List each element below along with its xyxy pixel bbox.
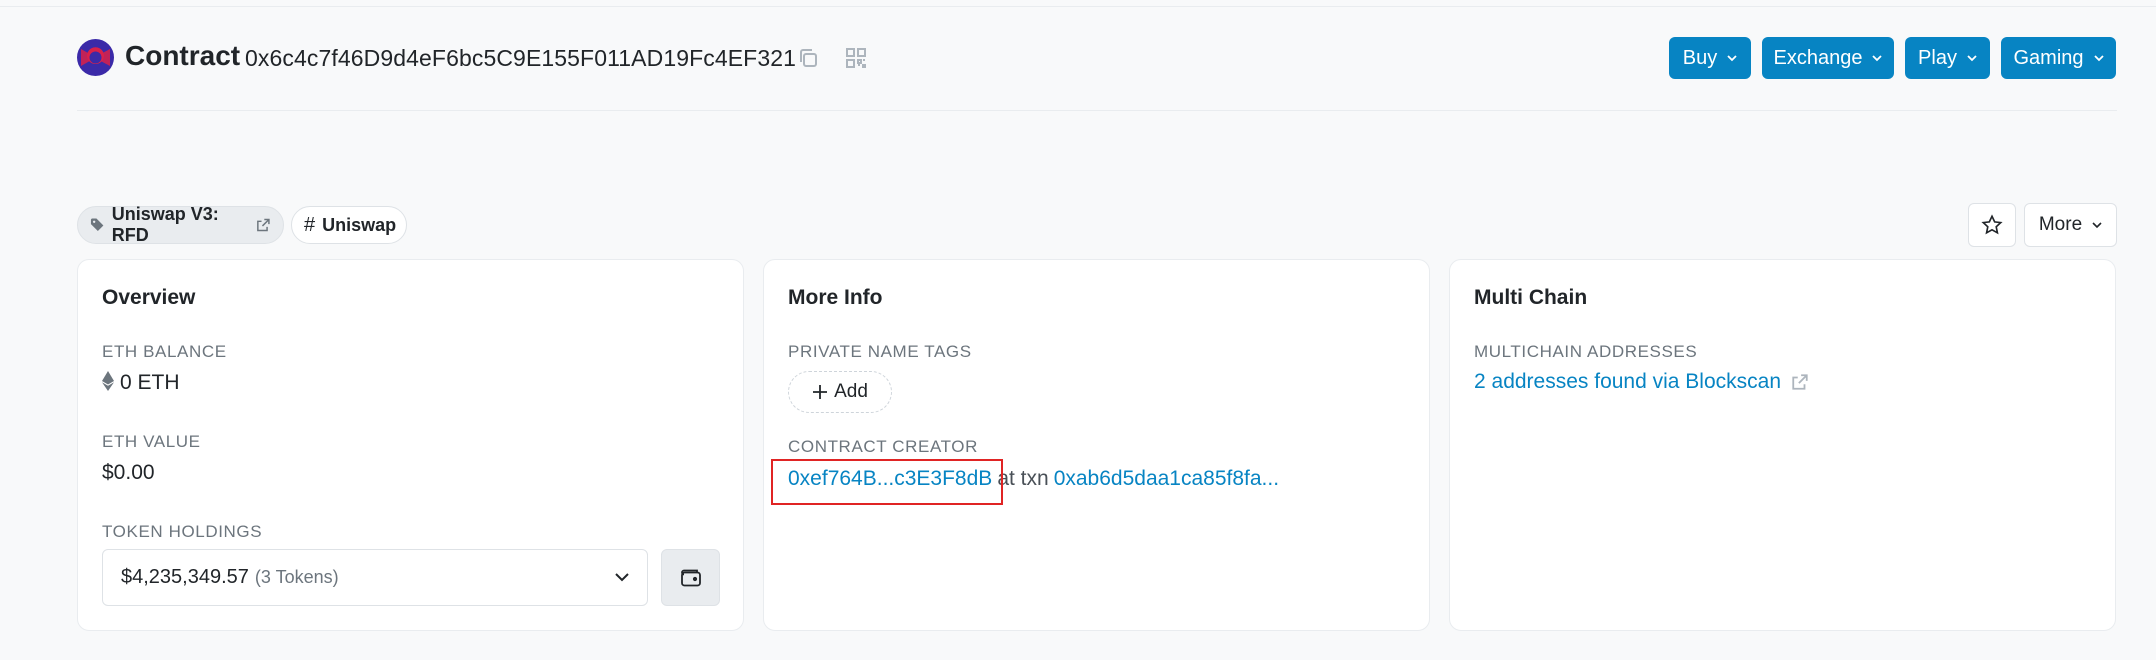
copy-icon[interactable] <box>794 44 822 72</box>
token-count: (3 Tokens) <box>254 567 339 587</box>
multi-chain-title: Multi Chain <box>1474 286 1588 309</box>
hash-icon: # <box>304 213 316 236</box>
multichain-addresses-label: MULTICHAIN ADDRESSES <box>1474 342 1698 361</box>
creation-txn-link[interactable]: 0xab6d5daa1ca85f8fa... <box>1054 467 1279 490</box>
qr-code-icon[interactable] <box>842 44 870 72</box>
gaming-button-label: Gaming <box>2013 46 2084 69</box>
contract-creator-label: CONTRACT CREATOR <box>788 437 979 456</box>
eth-value: $0.00 <box>102 461 155 484</box>
chevron-down-icon <box>2092 222 2102 229</box>
buy-button-label: Buy <box>1682 46 1718 69</box>
more-button-label: More <box>2038 214 2083 235</box>
eth-balance-value: 0 ETH <box>102 371 180 395</box>
page-header: Contract 0x6c4c7f46D9d4eF6bc5C9E155F011A… <box>77 36 2117 116</box>
overview-card: Overview ETH BALANCE 0 ETH ETH VALUE $0.… <box>77 259 744 631</box>
gaming-button[interactable]: Gaming <box>2001 37 2116 79</box>
add-private-tag-button[interactable]: Add <box>788 371 892 413</box>
tag-icon <box>90 218 104 231</box>
page-title: Contract <box>125 40 241 71</box>
blockscan-link-text[interactable]: 2 addresses found via Blockscan <box>1474 370 1781 394</box>
chevron-down-icon <box>2093 55 2104 62</box>
contract-creator-row: 0xef764B...c3E3F8dB at txn 0xab6d5daa1ca85… <box>788 467 1279 491</box>
at-txn-text: at txn <box>997 467 1049 490</box>
plus-icon <box>813 385 828 399</box>
contract-logo <box>77 39 114 76</box>
exchange-button-label: Exchange <box>1773 46 1863 69</box>
external-link-icon <box>257 218 270 232</box>
token-holdings-label: TOKEN HOLDINGS <box>102 522 263 541</box>
more-button[interactable]: More <box>2024 203 2117 247</box>
play-button[interactable]: Play <box>1905 37 1990 79</box>
wallet-button[interactable] <box>661 549 720 606</box>
overview-title: Overview <box>102 286 196 309</box>
external-link-icon <box>1792 374 1808 390</box>
chevron-down-icon <box>1727 55 1737 62</box>
exchange-button[interactable]: Exchange <box>1762 37 1894 79</box>
header-divider <box>77 110 2117 111</box>
tag-uniswap-v3-rfd[interactable]: Uniswap V3: RFD <box>77 204 284 245</box>
eth-value-label: ETH VALUE <box>102 432 201 451</box>
token-holdings-dropdown[interactable]: $4,235,349.57 (3 Tokens) <box>102 549 648 606</box>
ethereum-icon <box>102 371 114 391</box>
more-info-card: More Info PRIVATE NAME TAGS Add CONTRACT… <box>763 259 1430 631</box>
creator-address-link[interactable]: 0xef764B...c3E3F8dB <box>788 467 992 490</box>
chevron-down-icon <box>1967 55 1977 62</box>
eth-balance-label: ETH BALANCE <box>102 342 227 361</box>
play-button-label: Play <box>1918 46 1957 69</box>
blockscan-link[interactable]: 2 addresses found via Blockscan <box>1474 370 1809 394</box>
chevron-down-icon <box>615 573 629 582</box>
eth-balance-text: 0 ETH <box>120 371 180 394</box>
tag-label: Uniswap V3: RFD <box>111 204 219 245</box>
tag-label: Uniswap <box>322 214 397 235</box>
private-name-tags-label: PRIVATE NAME TAGS <box>788 342 972 361</box>
chevron-down-icon <box>1872 55 1883 62</box>
wallet-icon <box>680 569 701 586</box>
more-info-title: More Info <box>788 286 883 309</box>
multi-chain-card: Multi Chain MULTICHAIN ADDRESSES 2 addre… <box>1449 259 2116 631</box>
favorite-button[interactable] <box>1968 203 2016 247</box>
contract-address: 0x6c4c7f46D9d4eF6bc5C9E155F011AD19Fc4EF3… <box>245 45 797 71</box>
add-label: Add <box>834 381 868 402</box>
top-border <box>0 6 2156 7</box>
star-icon <box>1981 214 2003 235</box>
token-holdings-amount: $4,235,349.57 <box>121 566 249 588</box>
tag-uniswap[interactable]: # Uniswap <box>291 206 407 244</box>
buy-button[interactable]: Buy <box>1669 37 1751 79</box>
